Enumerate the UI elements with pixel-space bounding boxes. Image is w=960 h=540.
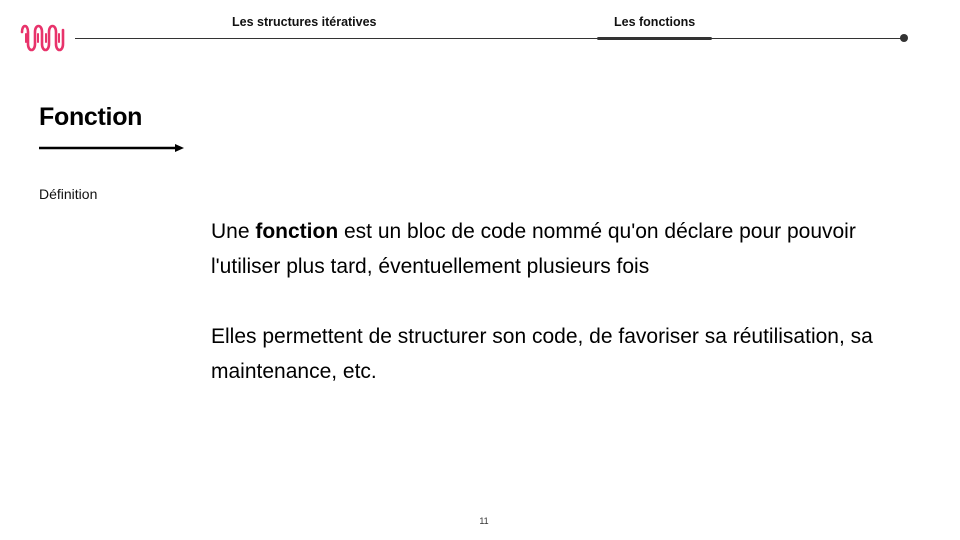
definition-term: fonction [255, 220, 339, 243]
nav-section-structures-iteratives[interactable]: Les structures itératives [232, 15, 377, 29]
definition-text: Une fonction est un bloc de code nommé q… [211, 214, 911, 389]
definition-paragraph: Une fonction est un bloc de code nommé q… [211, 214, 911, 284]
wave-logo-icon [20, 24, 65, 52]
purpose-paragraph: Elles permettent de structurer son code,… [211, 325, 873, 383]
nav-section-les-fonctions[interactable]: Les fonctions [614, 15, 695, 29]
progress-nav-end-dot [900, 34, 908, 42]
section-label: Définition [39, 186, 98, 202]
progress-nav-active-marker [597, 37, 712, 40]
title-underline-arrow-icon [39, 144, 184, 152]
definition-text-before: Une [211, 220, 256, 243]
progress-nav-line [75, 38, 905, 39]
slide-title: Fonction [39, 103, 143, 131]
page-number: 11 [479, 516, 489, 526]
